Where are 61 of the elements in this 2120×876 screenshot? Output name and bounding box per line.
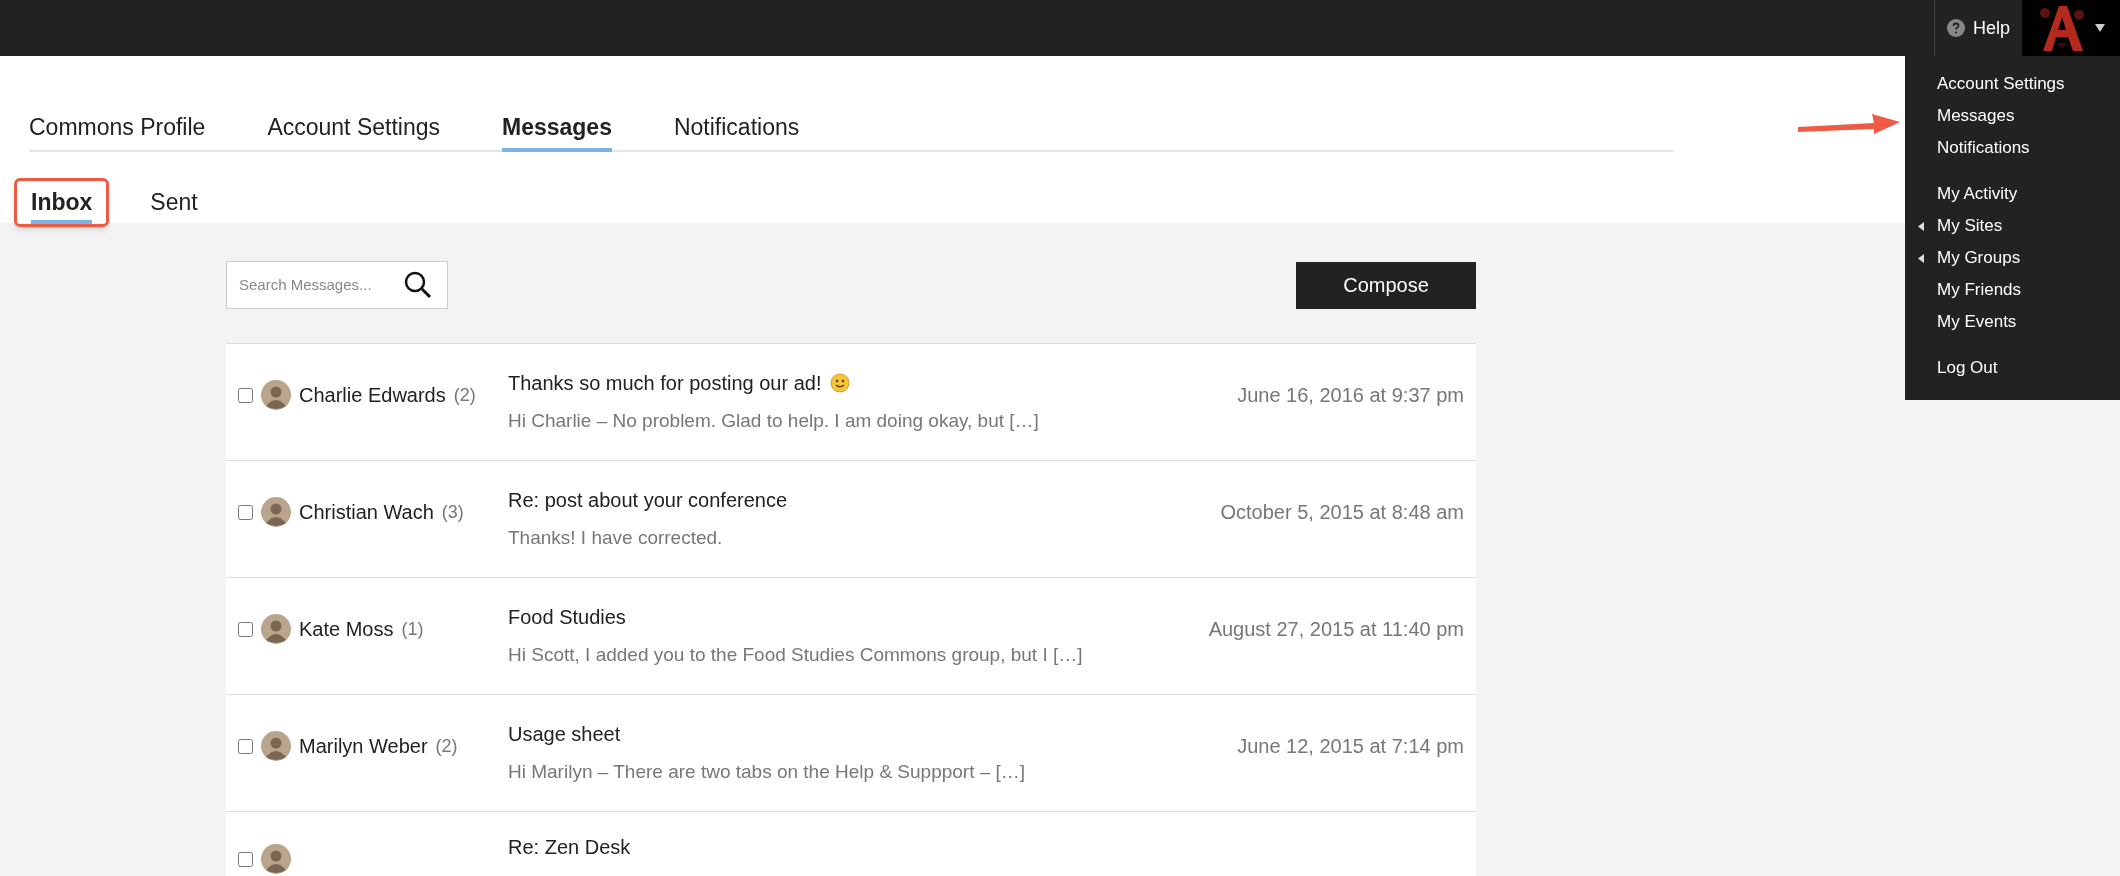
checkbox[interactable] <box>238 738 253 754</box>
avatar <box>261 844 291 874</box>
checkbox[interactable] <box>238 851 253 867</box>
avatar <box>261 497 291 527</box>
menu-item[interactable]: My Events <box>1905 306 2120 338</box>
message-subject[interactable]: Food Studies <box>508 602 626 632</box>
subtab[interactable]: Inbox <box>31 185 93 224</box>
checkbox[interactable] <box>238 621 253 637</box>
smiley-icon <box>829 373 850 393</box>
search-field[interactable]: Search Messages... <box>226 261 448 309</box>
message-row[interactable]: Charlie Edwards (2) Thanks so much for posting our ad! Hi Charlie – No problem. Glad to help. I am doing okay, but […] June 16, 2016 at 9:37 pm <box>226 344 1476 461</box>
search-icon[interactable] <box>403 270 433 300</box>
message-count: (2) <box>453 383 476 407</box>
compose-button[interactable]: Compose <box>1296 261 1476 309</box>
menu-item[interactable]: My Sites <box>1905 210 2120 242</box>
menu-item[interactable]: Account Settings <box>1905 68 2120 100</box>
caret-icon <box>2095 24 2105 32</box>
message-date: June 16, 2016 at 9:37 pm <box>1237 383 1464 408</box>
sender-name[interactable]: Christian Wach <box>299 497 434 527</box>
submenu-arrow-icon <box>1918 221 1924 231</box>
menu-item[interactable]: My Groups <box>1905 242 2120 274</box>
menu-item[interactable]: Messages <box>1905 100 2120 132</box>
menu-item[interactable]: Notifications <box>1905 132 2120 164</box>
message-subject[interactable]: Thanks so much for posting our ad! <box>508 368 822 398</box>
tab[interactable]: Commons Profile <box>29 109 206 152</box>
submenu-arrow-icon <box>1918 253 1924 263</box>
search-input[interactable]: Search Messages... <box>227 273 399 297</box>
menu-item[interactable]: My Friends <box>1905 274 2120 306</box>
message-row[interactable]: Christian Wach (3) Re: post about your conference Thanks! I have corrected. October 5, 2015 at 8:48 am <box>226 461 1476 578</box>
help-icon <box>1946 19 1965 37</box>
message-subject[interactable]: Usage sheet <box>508 719 621 749</box>
message-row[interactable]: Re: Zen Desk <box>226 812 1476 876</box>
message-count: (3) <box>441 500 464 524</box>
message-excerpt: Hi Marilyn – There are two tabs on the Help & Suppport – […] <box>508 760 1027 784</box>
tab[interactable]: Account Settings <box>267 109 440 152</box>
menu-item[interactable]: My Activity <box>1905 178 2120 210</box>
subtab[interactable]: Sent <box>150 185 198 224</box>
sender-name[interactable]: Kate Moss <box>299 614 394 644</box>
message-date: June 12, 2015 at 7:14 pm <box>1237 734 1464 759</box>
avatar <box>261 731 291 761</box>
message-date: October 5, 2015 at 8:48 am <box>1220 500 1464 525</box>
message-excerpt: Thanks! I have corrected. <box>508 526 724 550</box>
message-subject[interactable]: Re: post about your conference <box>508 485 788 515</box>
message-excerpt: Hi Scott, I added you to the Food Studies Commons group, but I […] <box>508 643 1084 667</box>
message-count: (2) <box>435 734 458 758</box>
sender-name[interactable]: Charlie Edwards <box>299 380 446 410</box>
tab[interactable]: Notifications <box>673 109 800 152</box>
checkbox[interactable] <box>238 387 253 403</box>
sender-name[interactable]: Marilyn Weber <box>299 731 428 761</box>
message-row[interactable]: Kate Moss (1) Food Studies Hi Scott, I added you to the Food Studies Commons group, but I […] August 27, 2015 at 11:40 pm <box>226 578 1476 695</box>
message-subject[interactable]: Re: Zen Desk <box>508 832 631 862</box>
tab[interactable]: Messages <box>502 109 612 152</box>
checkbox[interactable] <box>238 504 253 520</box>
avatar <box>261 614 291 644</box>
avatar <box>261 380 291 410</box>
menu-item[interactable]: Log Out <box>1905 352 2120 384</box>
message-row[interactable]: Marilyn Weber (2) Usage sheet Hi Marilyn – There are two tabs on the Help & Suppport – […] June 12, 2015 at 7:14 pm <box>226 695 1476 812</box>
message-count: (1) <box>401 617 424 641</box>
message-excerpt: Hi Charlie – No problem. Glad to help. I am doing okay, but […] <box>508 409 1040 433</box>
message-date: August 27, 2015 at 11:40 pm <box>1208 617 1464 642</box>
user-menu-button[interactable] <box>2022 0 2120 56</box>
